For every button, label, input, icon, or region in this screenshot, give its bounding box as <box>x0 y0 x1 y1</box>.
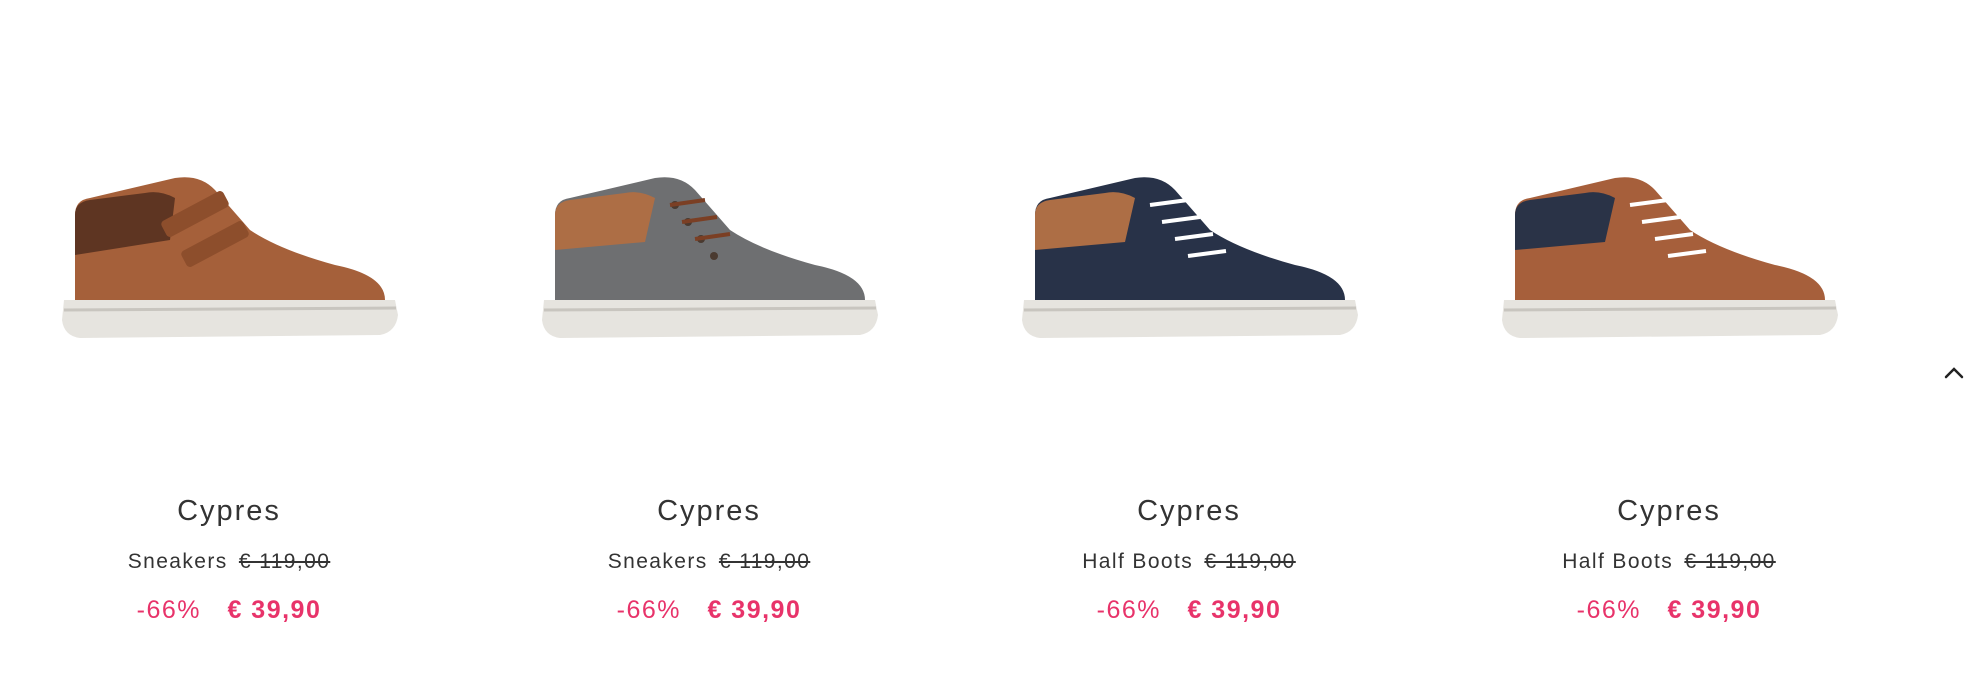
product-card[interactable]: Cypres Sneakers € 119,00 -66% € 39,90 <box>480 0 960 695</box>
price-line: -66% € 39,90 <box>960 596 1418 625</box>
old-price: € 119,00 <box>238 550 331 573</box>
sale-price: € 39,90 <box>1667 596 1762 624</box>
product-card[interactable]: Cypres Sneakers € 119,00 -66% € 39,90 <box>0 0 480 695</box>
product-type: Sneakers <box>127 550 228 573</box>
product-image[interactable] <box>1010 150 1370 360</box>
old-price: € 119,00 <box>1684 550 1776 573</box>
discount-badge: -66% <box>1576 596 1641 624</box>
sale-price: € 39,90 <box>707 596 802 624</box>
chevron-up-icon <box>1944 367 1964 379</box>
product-type-line: Sneakers € 119,00 <box>480 550 938 574</box>
discount-badge: -66% <box>616 596 681 624</box>
product-brand[interactable]: Cypres <box>960 495 1418 528</box>
sale-price: € 39,90 <box>1187 596 1282 624</box>
shoe-illustration <box>1022 177 1358 338</box>
product-brand[interactable]: Cypres <box>1440 495 1898 528</box>
discount-badge: -66% <box>136 596 201 624</box>
product-brand[interactable]: Cypres <box>0 495 458 528</box>
product-type-line: Sneakers € 119,00 <box>0 550 458 574</box>
product-card[interactable]: Cypres Half Boots € 119,00 -66% € 39,90 <box>1440 0 1920 695</box>
product-brand[interactable]: Cypres <box>480 495 938 528</box>
product-grid: Cypres Sneakers € 119,00 -66% € 39,90 Cy <box>0 0 1965 695</box>
product-image[interactable] <box>50 150 410 360</box>
product-type: Sneakers <box>607 550 708 573</box>
shoe-illustration <box>62 177 398 338</box>
product-image[interactable] <box>530 150 890 360</box>
old-price: € 119,00 <box>718 550 811 573</box>
price-line: -66% € 39,90 <box>1440 596 1898 625</box>
product-type: Half Boots <box>1562 550 1674 573</box>
discount-badge: -66% <box>1096 596 1161 624</box>
product-type-line: Half Boots € 119,00 <box>960 550 1418 574</box>
old-price: € 119,00 <box>1204 550 1296 573</box>
sale-price: € 39,90 <box>227 596 322 624</box>
shoe-illustration <box>542 177 878 338</box>
shoe-illustration <box>1502 177 1838 338</box>
product-type-line: Half Boots € 119,00 <box>1440 550 1898 574</box>
product-image[interactable] <box>1490 150 1850 360</box>
product-type: Half Boots <box>1082 550 1194 573</box>
price-line: -66% € 39,90 <box>0 596 458 625</box>
product-card[interactable]: Cypres Half Boots € 119,00 -66% € 39,90 <box>960 0 1440 695</box>
scroll-top-button[interactable] <box>1943 362 1965 384</box>
price-line: -66% € 39,90 <box>480 596 938 625</box>
